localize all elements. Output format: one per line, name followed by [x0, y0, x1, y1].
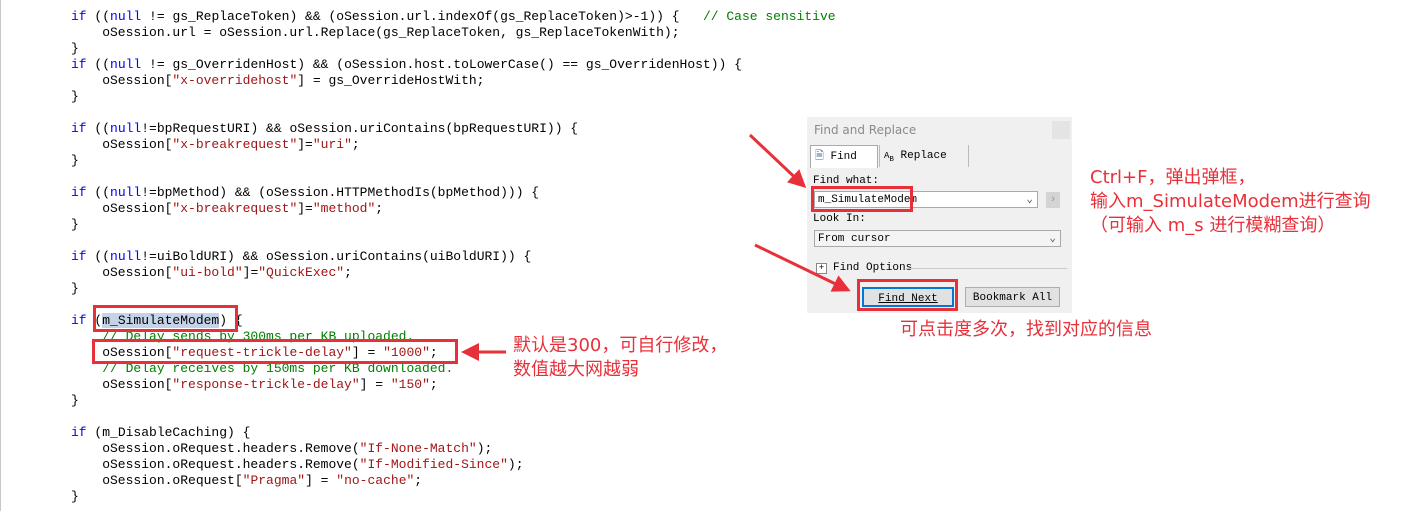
arrow-to-find-next [754, 243, 851, 292]
note-ctrl-f: Ctrl+F，弹出弹框， 输入m_SimulateModem进行查询 （可输入 … [1090, 167, 1371, 236]
arrow-to-find-what [748, 133, 807, 189]
annotation-arrows [461, 133, 851, 361]
note-click-multiple: 可点击度多次，找到对应的信息 [900, 319, 1152, 340]
note-default-value: 默认是300，可自行修改， 数值越大网越弱 [513, 335, 728, 380]
